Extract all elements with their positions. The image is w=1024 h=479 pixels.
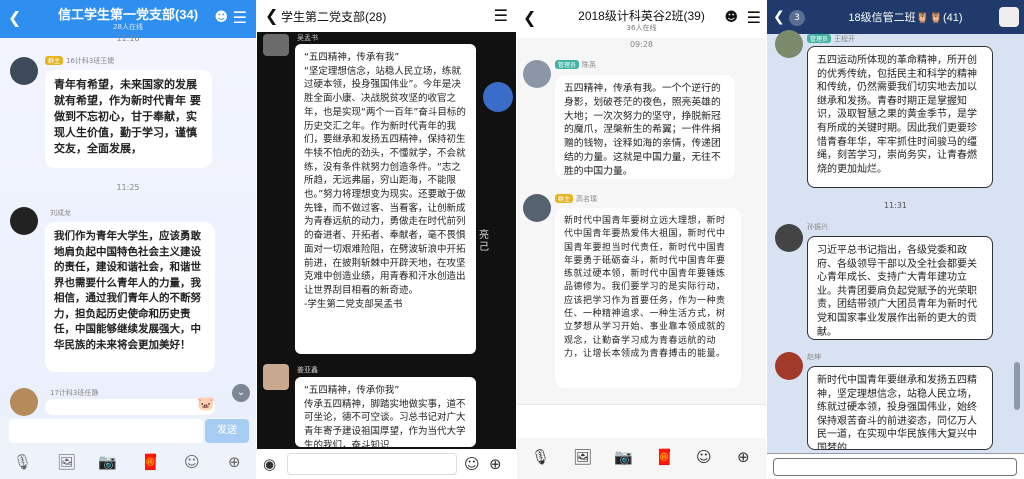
profile-icon[interactable]: ☻ [724, 10, 738, 26]
chat-panel-3: ❮ 2018级计科英谷2班(39) 36人在线 ☻ ☰ 09:28 管理员 陈英 … [517, 0, 766, 479]
sender-name: 群主 高名璞 [555, 194, 597, 204]
input-bar: ◉ ☺ ⊕ [257, 449, 516, 479]
avatar[interactable] [523, 194, 551, 222]
message-bubble[interactable]: 五四精神，传承有我。一个个逆行的身影，划破苍茫的夜色，照亮英雄的大地；一次次努力… [555, 75, 735, 179]
red-packet-icon[interactable]: 🧧 [655, 448, 674, 466]
chat-panel-2: ❮ 学生第二党支部(28) ☰ 吴孟书 “五四精神，传承有我” “坚定理想信念，… [257, 0, 516, 479]
voice-icon[interactable]: ◉ [263, 455, 276, 473]
message-bubble[interactable] [45, 399, 215, 415]
input-bar: 🎙 🖼 📷 🧧 ☺ ⊕ [517, 404, 766, 479]
timestamp: 11:16 [116, 34, 140, 43]
sender-name: 赵坤 [807, 353, 821, 361]
group-avatar[interactable] [999, 7, 1019, 27]
avatar[interactable] [775, 224, 803, 252]
group-title: 18级信管二班🦉🦉(41) [848, 12, 963, 24]
message-input[interactable] [287, 453, 457, 475]
side-label: 亮己 [479, 230, 489, 253]
message-input[interactable] [9, 419, 203, 443]
plus-icon[interactable]: ⊕ [737, 448, 750, 466]
plus-icon[interactable]: ⊕ [228, 453, 241, 471]
pig-icon: 🐷 [197, 396, 215, 412]
camera-icon[interactable]: 📷 [98, 453, 117, 471]
header-bar: ❮ 2018级计科英谷2班(39) 36人在线 ☻ ☰ [517, 0, 766, 38]
avatar[interactable] [10, 207, 38, 235]
scrollbar[interactable] [1014, 362, 1020, 410]
sender-name: 吴孟书 [297, 34, 318, 42]
chat-panel-4: ❮ 3 18级信管二班🦉🦉(41) 管理员 王程开 五四运动所体现的革命精神，所开… [767, 0, 1024, 479]
sender-name: 管理员 王程开 [807, 34, 855, 44]
message-bubble[interactable]: 习近平总书记指出，各级党委和政府、各级领导干部以及全社会都要关心青年成长、支持广… [807, 236, 993, 340]
sender-name: 姜亚鑫 [297, 366, 318, 374]
avatar[interactable] [263, 34, 289, 56]
microphone-icon[interactable]: 🎙 [531, 448, 550, 466]
message-bubble[interactable]: 青年有希望，未来国家的发展就有希望，作为新时代青年 要做到不忘初心，甘于奉献，实… [45, 70, 212, 168]
menu-icon[interactable]: ☰ [233, 10, 247, 26]
sender-name: 17计科3班任静 [50, 389, 99, 397]
message-bubble[interactable]: “五四精神，传承有我” “坚定理想信念，站稳人民立场，练就过硬本领，投身强国伟业… [295, 44, 476, 354]
chat-panel-1: ❮ 信工学生第一党支部(34) 28人在线 ☻ ☰ 11:16 群主 16计科3班… [0, 0, 256, 479]
back-icon[interactable]: ❮ [773, 9, 785, 25]
header-bar: ❮ 信工学生第一党支部(34) 28人在线 ☻ ☰ [0, 0, 256, 38]
message-bubble[interactable]: 新时代中国青年要继承和发扬五四精神，坚定理想信念，站稳人民立场，练就过硬本领，投… [807, 366, 993, 450]
sender-name: 刘成龙 [50, 209, 71, 217]
avatar[interactable] [775, 352, 803, 380]
input-bar [767, 453, 1024, 479]
message-input[interactable] [517, 404, 766, 438]
microphone-icon[interactable]: 🎙 [13, 453, 32, 471]
emoji-icon[interactable]: ☺ [184, 453, 200, 471]
message-input[interactable] [773, 458, 1017, 476]
scroll-down-icon[interactable]: ⌄ [232, 384, 250, 402]
avatar[interactable] [10, 388, 38, 416]
message-bubble[interactable]: “五四精神，传承你我” 传承五四精神，脚踏实地做实事，道不可坐论，德不可空谈。习… [295, 377, 476, 447]
avatar[interactable] [263, 364, 289, 390]
header-bar: ❮ 学生第二党支部(28) ☰ [257, 0, 516, 32]
message-bubble[interactable]: 五四运动所体现的革命精神，所开创的优秀传统，包括民主和科学的精神和传统，仍然需要… [807, 46, 993, 188]
emoji-icon[interactable]: ☺ [696, 448, 712, 466]
send-button[interactable]: 发送 [205, 419, 249, 443]
profile-icon[interactable]: ☻ [214, 10, 228, 26]
avatar[interactable] [523, 60, 551, 88]
avatar[interactable] [775, 30, 803, 58]
menu-icon[interactable]: ☰ [494, 8, 508, 24]
sender-name: 管理员 陈英 [555, 60, 596, 70]
timestamp: 09:28 [629, 40, 654, 49]
back-icon[interactable]: ❮ [265, 8, 278, 24]
group-title: 学生第二党支部(28) [281, 10, 387, 24]
emoji-icon[interactable]: ☺ [464, 455, 480, 473]
timestamp: 11:31 [883, 201, 908, 210]
floating-ball-icon[interactable] [483, 82, 513, 112]
red-packet-icon[interactable]: 🧧 [141, 453, 160, 471]
sender-name: 孙振兴 [807, 223, 828, 231]
sender-name: 群主 16计科3班王婕 [45, 56, 114, 66]
menu-icon[interactable]: ☰ [747, 10, 761, 26]
plus-icon[interactable]: ⊕ [489, 455, 502, 473]
camera-icon[interactable]: 📷 [614, 448, 633, 466]
input-bar: 发送 🎙 🖼 📷 🧧 ☺ ⊕ [0, 417, 256, 479]
header-bar: ❮ 3 18级信管二班🦉🦉(41) [767, 0, 1024, 34]
avatar[interactable] [10, 57, 38, 85]
timestamp: 11:25 [116, 183, 140, 192]
image-icon[interactable]: 🖼 [573, 448, 592, 466]
message-bubble[interactable]: 新时代中国青年要树立远大理想，新时代中国青年要热爱伟大祖国，新时代中国青年要担当… [555, 208, 741, 388]
image-icon[interactable]: 🖼 [57, 453, 76, 471]
message-bubble[interactable]: 我们作为青年大学生，应该勇敢地肩负起中国特色社会主义建设的责任，建设和谐社会，和… [45, 222, 215, 372]
